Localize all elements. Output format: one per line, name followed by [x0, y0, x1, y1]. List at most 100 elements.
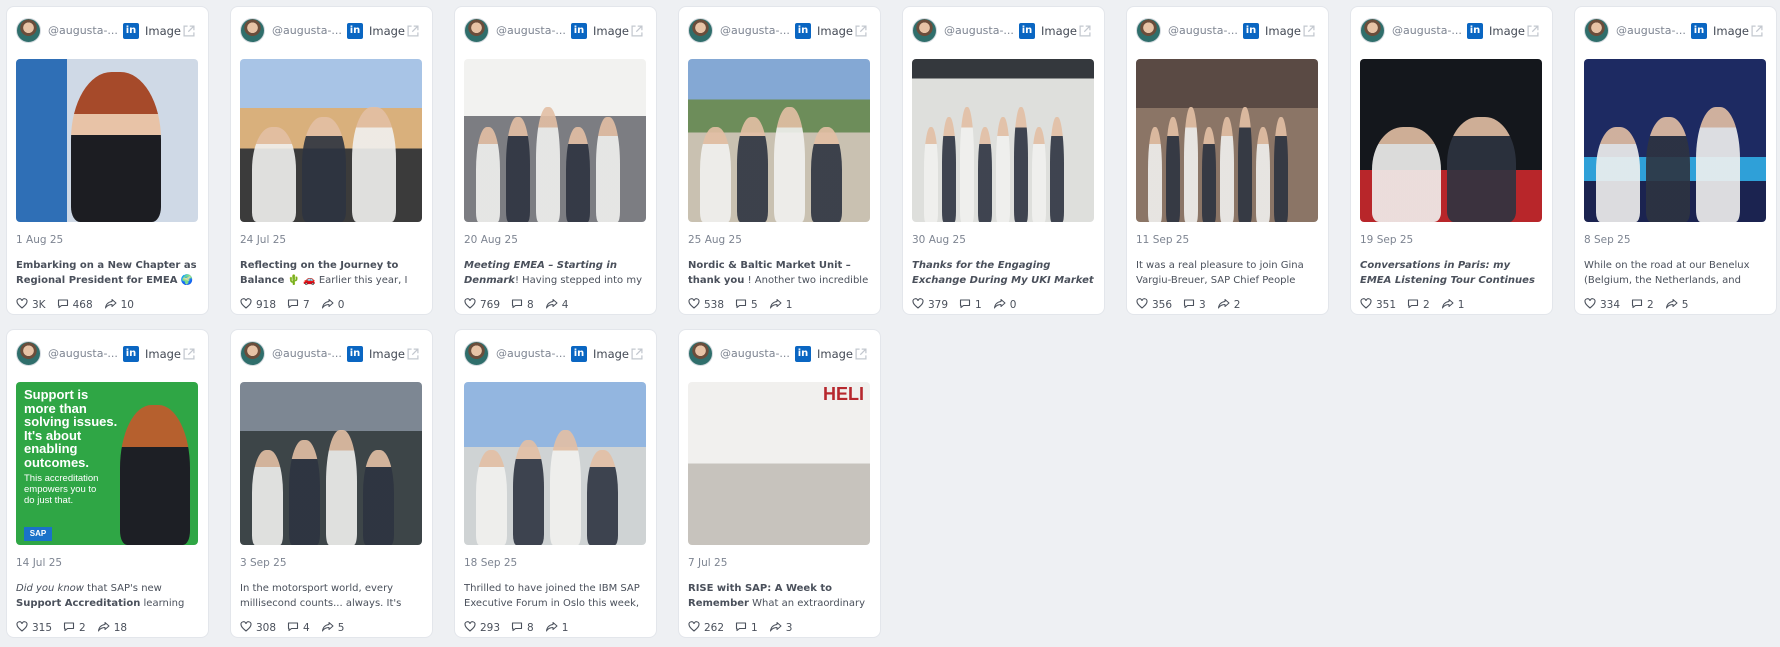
linkedin-icon: in [1690, 22, 1707, 39]
author-handle[interactable]: @augusta-... [272, 347, 342, 360]
post-card[interactable]: @augusta-... in Image 1 Aug 25 Embarking on … [6, 6, 209, 315]
engagement-stats: 262 1 3 [688, 621, 871, 635]
post-image[interactable] [912, 59, 1094, 222]
post-image[interactable] [1584, 59, 1766, 222]
share-icon [1665, 298, 1682, 312]
post-text[interactable]: Conversations in Paris: my EMEA Listenin… [1360, 259, 1543, 288]
avatar[interactable] [16, 18, 41, 43]
post-image[interactable] [1136, 59, 1318, 222]
heart-icon [1584, 298, 1600, 312]
engagement-stats: 769 8 4 [464, 298, 647, 312]
shares-stat: 4 [545, 298, 568, 312]
avatar[interactable] [1136, 18, 1161, 43]
post-card[interactable]: @augusta-... in Image 19 Sep 25 Conversation… [1350, 6, 1553, 315]
sap-logo: SAP [24, 527, 52, 541]
comment-icon [63, 621, 79, 635]
external-link-icon[interactable] [1749, 23, 1765, 39]
external-link-icon[interactable] [853, 23, 869, 39]
post-card[interactable]: @augusta-... in Image 24 Jul 25 Reflecting o… [230, 6, 433, 315]
post-card[interactable]: @augusta-... in Image 3 Sep 25 In the motors… [230, 329, 433, 638]
author-handle[interactable]: @augusta-... [1168, 24, 1238, 37]
post-text[interactable]: Meeting EMEA – Starting in Denmark! Havi… [464, 259, 647, 288]
avatar[interactable] [464, 341, 489, 366]
post-image[interactable] [464, 382, 646, 545]
author-handle[interactable]: @augusta-... [48, 24, 118, 37]
avatar[interactable] [240, 341, 265, 366]
post-image[interactable] [1360, 59, 1542, 222]
post-card[interactable]: @augusta-... in Image 25 Aug 25 Nordic & Bal… [678, 6, 881, 315]
external-link-icon[interactable] [405, 346, 421, 362]
shares-count: 5 [1681, 299, 1689, 311]
post-date: 14 Jul 25 [16, 557, 63, 569]
post-type-label: Image [1488, 23, 1526, 38]
heart-icon [1360, 298, 1376, 312]
engagement-stats: 315 2 18 [16, 621, 199, 635]
external-link-icon[interactable] [1301, 23, 1317, 39]
card-header: @augusta-... in Image [240, 341, 423, 366]
post-text[interactable]: Embarking on a New Chapter as Regional P… [16, 259, 199, 288]
avatar[interactable] [464, 18, 489, 43]
external-link-icon[interactable] [181, 346, 197, 362]
comments-stat: 8 [511, 621, 534, 635]
avatar[interactable] [912, 18, 937, 43]
author-handle[interactable]: @augusta-... [1392, 24, 1462, 37]
post-card[interactable]: @augusta-... in Image Support is more than so… [6, 329, 209, 638]
author-handle[interactable]: @augusta-... [720, 347, 790, 360]
post-image[interactable] [240, 382, 422, 545]
linkedin-icon: in [346, 22, 363, 39]
engagement-stats: 293 8 1 [464, 621, 647, 635]
external-link-icon[interactable] [1077, 23, 1093, 39]
post-image[interactable] [240, 59, 422, 222]
post-text[interactable]: Nordic & Baltic Market Unit – thank you … [688, 259, 871, 288]
post-text[interactable]: While on the road at our Benelux (Belgiu… [1584, 259, 1767, 288]
post-text[interactable]: Thrilled to have joined the IBM SAP Exec… [464, 582, 647, 611]
post-card[interactable]: @augusta-... in Image 30 Aug 25 Thanks for t… [902, 6, 1105, 315]
post-text[interactable]: In the motorsport world, every milliseco… [240, 582, 423, 611]
share-icon [769, 621, 786, 635]
post-image[interactable] [464, 59, 646, 222]
post-image[interactable]: Support is more than solving issues. It's a… [16, 382, 198, 545]
post-image[interactable] [16, 59, 198, 222]
author-handle[interactable]: @augusta-... [496, 347, 566, 360]
external-link-icon[interactable] [405, 23, 421, 39]
comment-icon [287, 298, 303, 312]
comment-icon [1407, 298, 1423, 312]
avatar[interactable] [688, 18, 713, 43]
avatar[interactable] [688, 341, 713, 366]
post-text[interactable]: Reflecting on the Journey to Balance 🌵 🚗… [240, 259, 423, 288]
external-link-icon[interactable] [1525, 23, 1541, 39]
avatar[interactable] [240, 18, 265, 43]
engagement-stats: 379 1 0 [912, 298, 1095, 312]
heart-icon [688, 621, 704, 635]
share-icon [321, 621, 338, 635]
post-date: 8 Sep 25 [1584, 234, 1631, 246]
author-handle[interactable]: @augusta-... [272, 24, 342, 37]
post-card[interactable]: @augusta-... in Image HELI 7 Jul 25 RISE with… [678, 329, 881, 638]
author-handle[interactable]: @augusta-... [1616, 24, 1686, 37]
external-link-icon[interactable] [853, 346, 869, 362]
author-handle[interactable]: @augusta-... [944, 24, 1014, 37]
linkedin-icon: in [122, 345, 139, 362]
avatar[interactable] [1360, 18, 1385, 43]
avatar[interactable] [1584, 18, 1609, 43]
external-link-icon[interactable] [181, 23, 197, 39]
author-handle[interactable]: @augusta-... [496, 24, 566, 37]
external-link-icon[interactable] [629, 346, 645, 362]
external-link-icon[interactable] [629, 23, 645, 39]
avatar[interactable] [16, 341, 41, 366]
engagement-stats: 334 2 5 [1584, 298, 1767, 312]
post-card[interactable]: @augusta-... in Image 8 Sep 25 While on the … [1574, 6, 1777, 315]
post-text[interactable]: It was a real pleasure to join Gina Varg… [1136, 259, 1319, 288]
post-card[interactable]: @augusta-... in Image 11 Sep 25 It was a rea… [1126, 6, 1329, 315]
post-image[interactable]: HELI [688, 382, 870, 545]
comments-count: 7 [303, 299, 310, 311]
author-handle[interactable]: @augusta-... [48, 347, 118, 360]
post-card[interactable]: @augusta-... in Image 20 Aug 25 Meeting EMEA… [454, 6, 657, 315]
heart-icon [912, 298, 928, 312]
post-text[interactable]: RISE with SAP: A Week to Remember What a… [688, 582, 871, 611]
post-text[interactable]: Thanks for the Engaging Exchange During … [912, 259, 1095, 288]
post-card[interactable]: @augusta-... in Image 18 Sep 25 Thrilled to … [454, 329, 657, 638]
author-handle[interactable]: @augusta-... [720, 24, 790, 37]
post-text[interactable]: Did you know that SAP's new Support Accr… [16, 582, 199, 611]
post-image[interactable] [688, 59, 870, 222]
